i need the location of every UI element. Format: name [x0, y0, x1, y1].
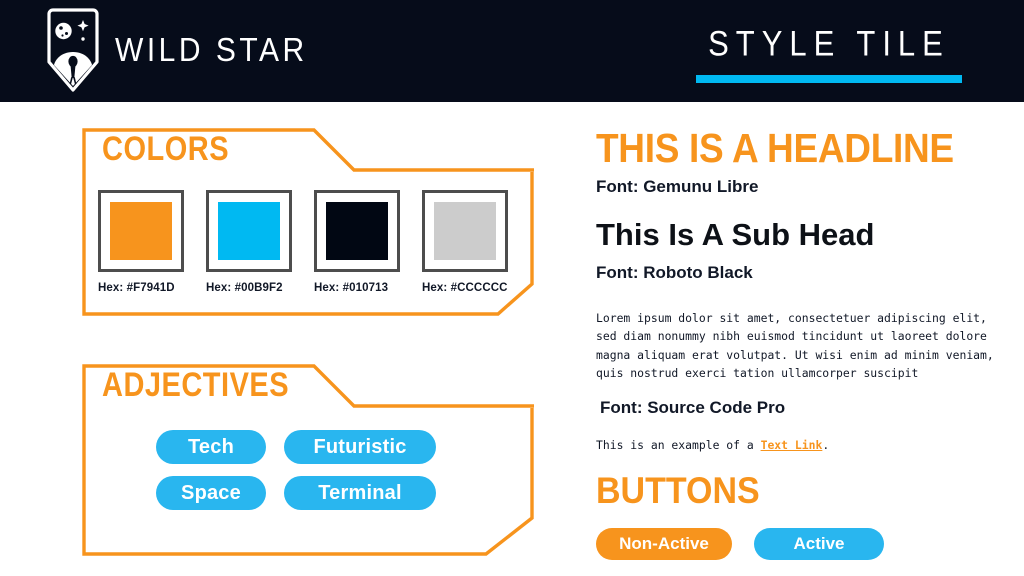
- swatch-fill: [218, 202, 280, 260]
- brand-wordmark: WILD STAR: [115, 31, 308, 69]
- adjective-pill-tech[interactable]: Tech: [156, 430, 266, 464]
- non-active-button[interactable]: Non-Active: [596, 527, 732, 560]
- adjective-pill-space[interactable]: Space: [156, 476, 266, 510]
- swatch-box: [98, 190, 184, 272]
- brand-lockup: WILD STAR: [45, 8, 308, 94]
- subhead-font-note: Font: Roboto Black: [596, 263, 753, 282]
- adjectives-panel: ADJECTIVES Tech Futuristic Space Termina…: [82, 364, 534, 556]
- body-copy-sample: Lorem ipsum dolor sit amet, consectetuer…: [596, 311, 994, 381]
- text-link-prefix: This is an example of a: [596, 437, 761, 452]
- swatch-item: Hex: #010713: [314, 190, 400, 294]
- typography-column: THIS IS A HEADLINE Font: Gemunu Libre Th…: [596, 128, 996, 560]
- text-link-example: This is an example of a Text Link.: [596, 438, 996, 452]
- swatch-list: Hex: #F7941D Hex: #00B9F2 Hex: #010713 H…: [82, 172, 534, 316]
- style-tile-title-block: STYLE TILE: [696, 23, 962, 83]
- shield-planet-astronaut-icon: [45, 8, 101, 94]
- subhead-sample: This Is A Sub Head: [596, 217, 875, 252]
- adjectives-panel-body: Tech Futuristic Space Terminal: [82, 408, 534, 556]
- swatch-box: [206, 190, 292, 272]
- adjective-row: Space Terminal: [156, 476, 534, 510]
- swatch-item: Hex: #00B9F2: [206, 190, 292, 294]
- swatch-hex-label: Hex: #010713: [314, 282, 389, 294]
- colors-panel: COLORS Hex: #F7941D Hex: #00B9F2 Hex: #0…: [82, 128, 534, 316]
- adjective-pill-grid: Tech Futuristic Space Terminal: [82, 408, 534, 556]
- text-link[interactable]: Text Link: [761, 438, 823, 452]
- swatch-item: Hex: #F7941D: [98, 190, 184, 294]
- title-accent-bar: [696, 75, 962, 83]
- adjective-row: Tech Futuristic: [156, 430, 534, 464]
- swatch-hex-label: Hex: #00B9F2: [206, 282, 283, 294]
- swatch-fill: [434, 202, 496, 260]
- headline-font-note: Font: Gemunu Libre: [596, 177, 759, 196]
- page-title: STYLE TILE: [708, 23, 950, 64]
- swatch-hex-label: Hex: #CCCCCC: [422, 282, 508, 294]
- colors-panel-title: COLORS: [102, 130, 230, 169]
- adjective-pill-futuristic[interactable]: Futuristic: [284, 430, 436, 464]
- page-header: WILD STAR STYLE TILE: [0, 0, 1024, 102]
- adjective-pill-terminal[interactable]: Terminal: [284, 476, 436, 510]
- swatch-fill: [110, 202, 172, 260]
- swatch-box: [422, 190, 508, 272]
- active-button[interactable]: Active: [754, 527, 884, 560]
- adjectives-panel-header: ADJECTIVES: [82, 364, 534, 408]
- swatch-fill: [326, 202, 388, 260]
- swatch-hex-label: Hex: #F7941D: [98, 282, 175, 294]
- text-link-suffix: .: [822, 437, 830, 452]
- buttons-section-title: BUTTONS: [596, 469, 760, 512]
- headline-sample: THIS IS A HEADLINE: [596, 125, 954, 171]
- body-font-note: Font: Source Code Pro: [600, 397, 786, 417]
- adjectives-panel-title: ADJECTIVES: [102, 366, 290, 405]
- colors-panel-body: Hex: #F7941D Hex: #00B9F2 Hex: #010713 H…: [82, 172, 534, 316]
- swatch-item: Hex: #CCCCCC: [422, 190, 508, 294]
- buttons-row: Non-Active Active: [596, 527, 996, 560]
- colors-panel-header: COLORS: [82, 128, 534, 172]
- swatch-box: [314, 190, 400, 272]
